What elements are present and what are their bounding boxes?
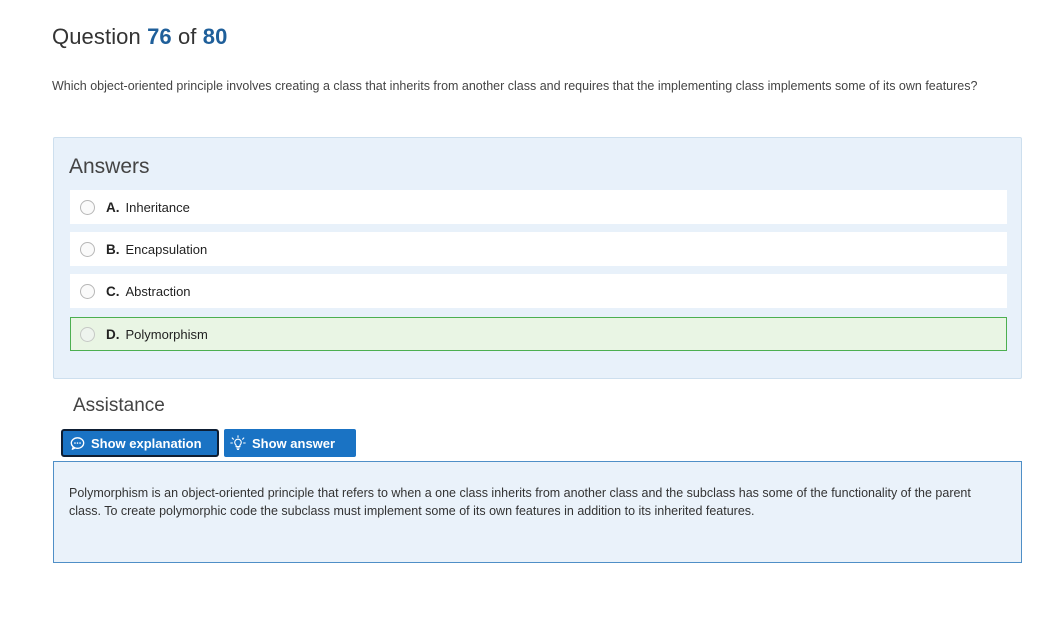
answer-option-d[interactable]: D. Polymorphism xyxy=(70,317,1007,351)
radio-button[interactable] xyxy=(80,199,95,215)
option-letter: B. xyxy=(106,241,120,257)
option-label: Abstraction xyxy=(125,283,191,299)
answer-option-b[interactable]: B. Encapsulation xyxy=(70,232,1007,266)
option-label: Polymorphism xyxy=(125,326,208,342)
question-header: Question 76 of 80 xyxy=(52,24,227,50)
question-text: Which object-oriented principle involves… xyxy=(52,79,978,93)
question-total-number: 80 xyxy=(202,24,228,49)
answers-panel: Answers A. Inheritance B. Encapsulation … xyxy=(53,137,1022,379)
question-prefix: Question xyxy=(52,24,141,49)
lightbulb-icon xyxy=(230,435,246,451)
show-answer-button[interactable]: Show answer xyxy=(224,429,356,457)
explanation-text: Polymorphism is an object-oriented princ… xyxy=(69,486,971,518)
answer-option-a[interactable]: A. Inheritance xyxy=(70,190,1007,224)
answer-option-c[interactable]: C. Abstraction xyxy=(70,274,1007,308)
option-label: Inheritance xyxy=(125,199,190,215)
explanation-panel: Polymorphism is an object-oriented princ… xyxy=(53,461,1022,563)
chat-bubble-icon xyxy=(69,435,85,451)
option-letter: A. xyxy=(106,199,120,215)
radio-button[interactable] xyxy=(80,326,95,342)
show-answer-label: Show answer xyxy=(252,435,336,451)
radio-button[interactable] xyxy=(80,241,95,257)
answers-title: Answers xyxy=(69,155,150,178)
option-label: Encapsulation xyxy=(125,241,208,257)
radio-button[interactable] xyxy=(80,283,95,299)
assistance-title: Assistance xyxy=(73,395,165,416)
show-explanation-button[interactable]: Show explanation xyxy=(61,429,219,457)
question-current-number: 76 xyxy=(147,24,172,49)
show-explanation-label: Show explanation xyxy=(91,435,202,451)
option-letter: C. xyxy=(106,283,120,299)
question-of-label: of xyxy=(177,24,197,49)
option-letter: D. xyxy=(106,326,120,342)
